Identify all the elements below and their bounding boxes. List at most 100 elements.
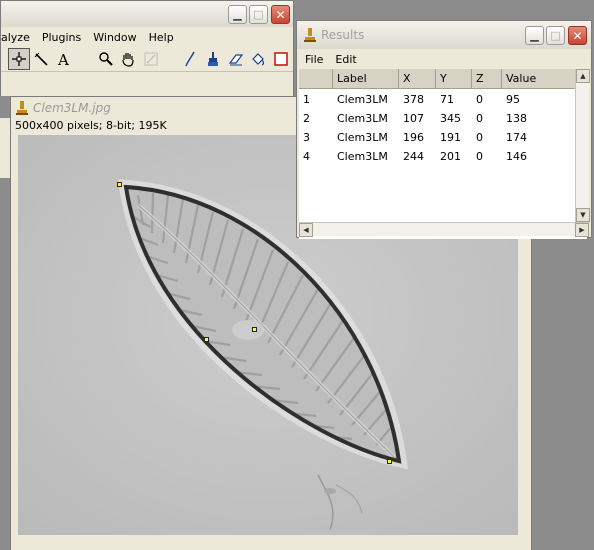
brush-tool-button[interactable] [180,48,202,70]
cell-value: 138 [506,112,527,125]
imagej-microscope-icon [15,100,29,116]
wand-tool-button[interactable] [31,48,53,70]
horizontal-scrollbar[interactable]: ◀ ▶ [299,222,589,237]
results-minimize-button[interactable]: ▁ [525,26,544,45]
results-table[interactable]: Label X Y Z Value 1 Clem3LM 378 71 0 95 … [299,69,590,239]
rectangle-tool-button[interactable] [270,48,292,70]
column-header-y[interactable]: Y [436,69,472,88]
point-tool-button[interactable] [7,48,30,70]
text-tool-button[interactable]: A [53,48,75,70]
menu-help[interactable]: Help [143,31,180,44]
cell-index: 4 [303,150,310,163]
eraser-tool-button[interactable] [225,48,247,70]
minimize-button[interactable]: ▁ [228,5,247,24]
magnifier-tool-button[interactable] [95,48,117,70]
maximize-icon: □ [550,29,561,42]
text-tool-icon: A [57,51,69,67]
column-header-value[interactable]: Value [502,69,575,88]
eraser-icon [228,54,243,66]
brush-icon [185,51,196,67]
cell-z: 0 [476,150,483,163]
main-window-titlebar[interactable]: ▁ □ ✕ [1,1,293,27]
image-window-title: Clem3LM.jpg [33,101,111,115]
point-marker-left [204,337,209,342]
cell-z: 0 [476,131,483,144]
imagej-main-window[interactable]: ▁ □ ✕ alyze Plugins Window Help A [0,0,294,96]
cell-label: Clem3LM [337,112,388,125]
rectangle-icon [274,52,288,66]
minimize-icon: ▁ [233,8,242,21]
menu-edit[interactable]: Edit [329,53,362,66]
svg-text:A: A [57,51,69,67]
flood-fill-icon [252,53,265,66]
magnifier-icon [98,52,113,66]
cell-y: 345 [440,112,461,125]
background-window-edge [0,118,10,178]
cell-z: 0 [476,93,483,106]
menu-plugins[interactable]: Plugins [36,31,87,44]
scroll-down-button[interactable]: ▼ [576,208,590,222]
column-header-index[interactable] [299,69,333,88]
results-menubar: File Edit [297,49,591,69]
hand-icon [122,53,134,67]
dropper-tool-button[interactable] [202,48,224,70]
cell-x: 244 [403,150,424,163]
arrow-up-icon: ▲ [580,72,586,80]
toolbar-left-edge [1,48,7,70]
cell-y: 201 [440,150,461,163]
column-header-z[interactable]: Z [472,69,502,88]
wand-tool-icon [35,52,49,66]
point-marker-top [117,182,122,187]
cell-label: Clem3LM [337,93,388,106]
scroll-up-button[interactable]: ▲ [576,69,590,83]
main-menubar: alyze Plugins Window Help [1,27,293,47]
blank-tool-2 [163,48,179,70]
main-statusbar [1,71,293,96]
cell-x: 107 [403,112,424,125]
column-header-x[interactable]: X [399,69,436,88]
scroll-right-button[interactable]: ▶ [575,223,589,237]
arrow-left-icon: ◀ [303,226,309,234]
point-marker-center [252,327,257,332]
flood-fill-tool-button[interactable] [248,48,270,70]
imagej-microscope-icon [303,27,317,43]
main-toolbar: A [1,47,293,71]
menu-file[interactable]: File [297,53,329,66]
hand-tool-button[interactable] [117,48,139,70]
cell-y: 71 [440,93,454,106]
cell-value: 146 [506,150,527,163]
minimize-icon: ▁ [530,29,539,42]
cell-label: Clem3LM [337,150,388,163]
cell-x: 378 [403,93,424,106]
results-titlebar[interactable]: Results ▁ □ ✕ [297,21,591,49]
results-window[interactable]: Results ▁ □ ✕ File Edit Label X Y Z Valu… [296,20,592,239]
cell-index: 2 [303,112,310,125]
maximize-icon: □ [253,8,264,21]
vertical-scrollbar[interactable]: ▲ ▼ [575,69,590,222]
results-table-header: Label X Y Z Value [299,69,575,89]
close-button[interactable]: ✕ [271,5,290,24]
blank-tool [76,48,94,70]
cell-index: 3 [303,131,310,144]
cell-x: 196 [403,131,424,144]
image-info-text: 500x400 pixels; 8-bit; 195K [15,119,167,132]
menu-window[interactable]: Window [87,31,142,44]
results-close-button[interactable]: ✕ [568,26,587,45]
point-marker-bottom [387,459,392,464]
color-picker-tool-button[interactable] [140,48,162,70]
column-header-label[interactable]: Label [333,69,399,88]
scroll-left-button[interactable]: ◀ [299,223,313,237]
cell-y: 191 [440,131,461,144]
results-title: Results [321,28,365,42]
cell-index: 1 [303,93,310,106]
color-picker-icon [144,52,158,66]
cell-label: Clem3LM [337,131,388,144]
close-icon: ✕ [572,28,583,43]
menu-analyze[interactable]: alyze [1,31,36,44]
results-maximize-button[interactable]: □ [546,26,565,45]
dropper-icon [208,52,219,66]
maximize-button[interactable]: □ [249,5,268,24]
cell-value: 95 [506,93,520,106]
arrow-down-icon: ▼ [580,211,586,219]
close-icon: ✕ [275,7,286,22]
